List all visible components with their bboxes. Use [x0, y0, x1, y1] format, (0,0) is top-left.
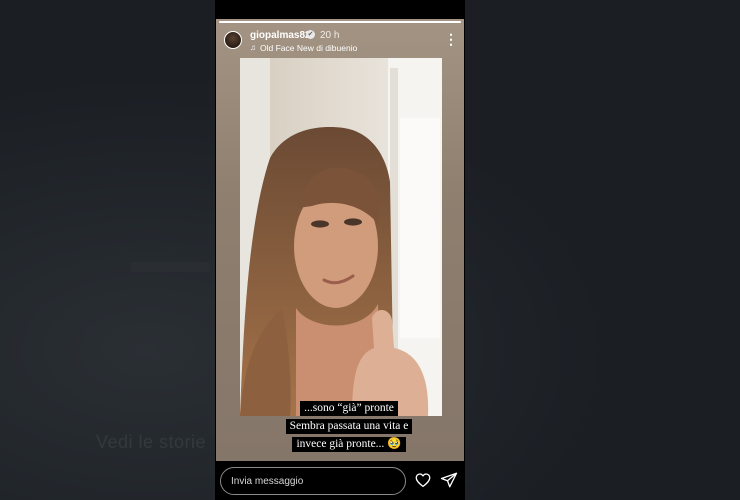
message-input[interactable] [220, 467, 406, 495]
story-photo [240, 58, 442, 416]
story-username[interactable]: giopalmas82 [250, 30, 311, 41]
music-note-icon: ♫ [250, 43, 256, 52]
heart-icon[interactable] [414, 471, 432, 489]
blurred-background-text: Vedi le storie [96, 432, 207, 452]
story-header: giopalmas82 ✔ 20 h ♫ Old Face New di dib… [216, 19, 464, 59]
story-card[interactable]: giopalmas82 ✔ 20 h ♫ Old Face New di dib… [216, 19, 464, 461]
story-timestamp: 20 h [320, 30, 340, 41]
story-text-overlay: ...sono “già” pronte Sembra passata una … [270, 398, 428, 452]
avatar[interactable] [224, 31, 242, 49]
story-progress-fill [219, 21, 461, 23]
story-progress-bar [219, 21, 461, 23]
more-options-icon[interactable]: ⋮ [444, 31, 458, 47]
verified-badge-icon: ✔ [306, 30, 315, 39]
overlay-line-2: Sembra passata una vita e [285, 419, 413, 434]
reply-bar [216, 462, 464, 500]
blurred-background-bar [130, 262, 210, 272]
overlay-line-3: invece già pronte... 🥹 [292, 437, 406, 452]
overlay-line-1: ...sono “già” pronte [300, 401, 398, 416]
send-icon[interactable] [440, 471, 458, 489]
story-song[interactable]: Old Face New di dibuenio [260, 43, 357, 53]
